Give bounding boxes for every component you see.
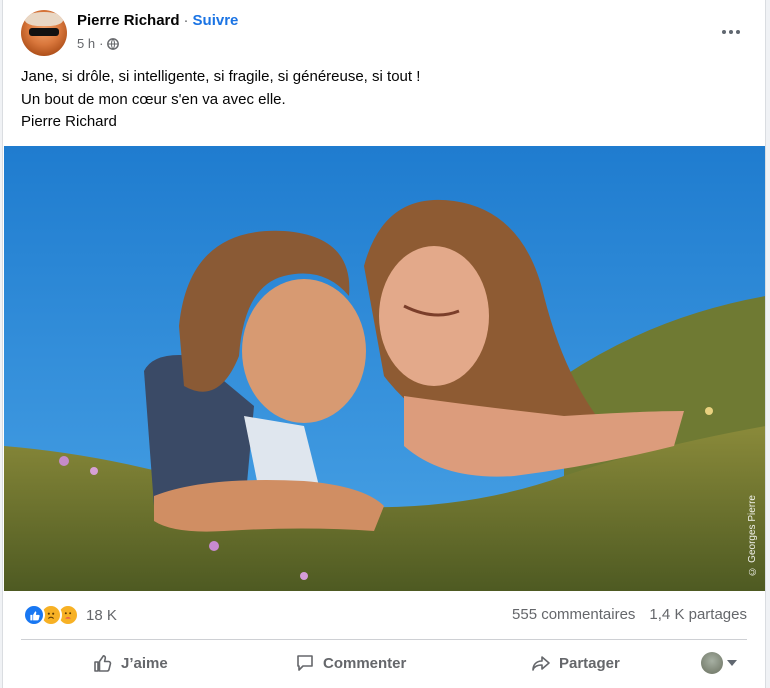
comment-label: Commenter <box>323 654 407 672</box>
avatar-glasses <box>29 28 59 36</box>
like-button[interactable]: J’aime <box>93 643 168 683</box>
post-stats: 18 K 555 commentaires 1,4 K partages <box>3 600 765 632</box>
post-text-line: Pierre Richard <box>21 113 117 130</box>
share-button[interactable]: Partager <box>531 643 620 683</box>
like-reaction-icon <box>23 604 45 626</box>
audience-selector[interactable] <box>701 652 737 674</box>
more-dot <box>729 30 733 34</box>
man-face <box>242 279 366 423</box>
more-dot <box>736 30 740 34</box>
reaction-count: 18 K <box>86 606 117 624</box>
share-arrow-icon <box>532 656 550 671</box>
flower <box>300 572 308 580</box>
shares-count[interactable]: 1,4 K partages <box>649 606 747 623</box>
photo-illustration <box>4 146 765 591</box>
separator-dot-meta: · <box>99 36 104 51</box>
like-label: J’aime <box>121 654 168 672</box>
post-text-line: Jane, si drôle, si intelligente, si frag… <box>21 68 421 85</box>
comment-button[interactable]: Commenter <box>295 643 406 683</box>
user-avatar <box>701 652 723 674</box>
post-text-line: Un bout de mon cœur s'en va avec elle. <box>21 90 286 108</box>
flower <box>209 541 219 551</box>
post-timestamp[interactable]: 5 h <box>77 36 95 51</box>
post-card: Pierre Richard · Suivre 5 h · Jane, si drô… <box>2 0 766 688</box>
chevron-down-icon <box>727 660 737 666</box>
comment-icon <box>297 655 313 671</box>
share-label: Partager <box>559 654 620 672</box>
engagement-counts: 555 commentaires 1,4 K partages <box>512 606 747 623</box>
follow-button[interactable]: Suivre <box>193 12 239 29</box>
post-photo[interactable]: © Georges Pierre <box>4 146 765 591</box>
globe-icon[interactable] <box>107 37 120 50</box>
flower <box>705 407 713 415</box>
author-name[interactable]: Pierre Richard <box>77 12 180 29</box>
thumbs-up-icon <box>94 655 112 672</box>
post-meta: 5 h · <box>77 36 120 51</box>
comments-count[interactable]: 555 commentaires <box>512 606 635 623</box>
author-avatar[interactable] <box>21 10 67 56</box>
flower <box>90 467 98 475</box>
author-line: Pierre Richard · Suivre <box>77 12 238 29</box>
divider <box>21 639 747 640</box>
more-options-icon[interactable] <box>717 18 745 46</box>
action-bar: J’aime Commenter Partager <box>3 643 765 683</box>
separator-dot: · <box>183 12 189 29</box>
post-header: Pierre Richard · Suivre 5 h · <box>3 0 765 62</box>
avatar-hair <box>25 12 63 26</box>
photo-credit: © Georges Pierre <box>747 495 758 577</box>
flower <box>59 456 69 466</box>
more-dot <box>722 30 726 34</box>
post-text: Jane, si drôle, si intelligente, si frag… <box>21 66 420 134</box>
reactions-summary[interactable]: 18 K <box>23 604 117 626</box>
